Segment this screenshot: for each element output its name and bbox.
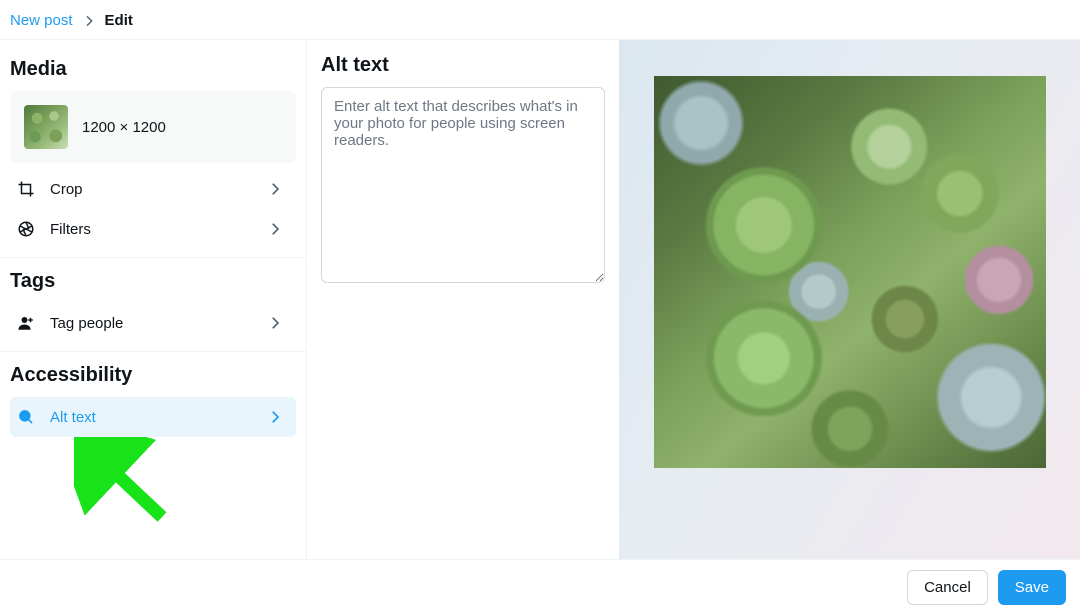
alt-text-title: Alt text	[321, 54, 605, 77]
chevron-right-icon	[266, 180, 284, 198]
section-divider	[0, 257, 306, 258]
sidebar-item-alt-text[interactable]: Alt text	[10, 397, 296, 437]
filters-label: Filters	[50, 221, 91, 238]
chevron-right-icon	[266, 314, 284, 332]
chevron-right-icon	[266, 408, 284, 426]
media-thumbnail-image	[24, 105, 68, 149]
search-icon	[16, 407, 36, 427]
accessibility-section-title: Accessibility	[0, 360, 306, 397]
media-thumbnail-card[interactable]: 1200 × 1200	[10, 91, 296, 163]
crop-icon	[16, 179, 36, 199]
sidebar: Media 1200 × 1200 Crop Filters Tags	[0, 40, 307, 565]
breadcrumb: New post Edit	[0, 0, 1080, 39]
crop-label: Crop	[50, 181, 83, 198]
save-button[interactable]: Save	[998, 570, 1066, 605]
sidebar-item-crop[interactable]: Crop	[0, 169, 306, 209]
aperture-icon	[16, 219, 36, 239]
person-add-icon	[16, 313, 36, 333]
alt-text-input[interactable]	[321, 87, 605, 283]
image-preview-panel	[619, 40, 1080, 565]
main-area: Media 1200 × 1200 Crop Filters Tags	[0, 40, 1080, 565]
footer: Cancel Save	[0, 559, 1080, 615]
sidebar-item-filters[interactable]: Filters	[0, 209, 306, 249]
tag-people-label: Tag people	[50, 315, 123, 332]
breadcrumb-edit: Edit	[105, 12, 133, 29]
sidebar-item-tag-people[interactable]: Tag people	[0, 303, 306, 343]
section-divider	[0, 351, 306, 352]
alt-text-panel: Alt text	[307, 40, 619, 565]
breadcrumb-new-post[interactable]: New post	[10, 12, 73, 29]
chevron-right-icon	[81, 13, 97, 29]
cancel-button[interactable]: Cancel	[907, 570, 988, 605]
media-section-title: Media	[0, 54, 306, 91]
image-preview	[654, 76, 1046, 468]
media-dimensions: 1200 × 1200	[82, 119, 166, 136]
chevron-right-icon	[266, 220, 284, 238]
alt-text-label: Alt text	[50, 409, 96, 426]
tags-section-title: Tags	[0, 266, 306, 303]
